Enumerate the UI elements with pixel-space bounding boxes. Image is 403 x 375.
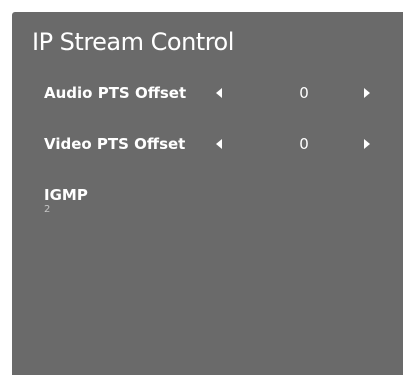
audio-pts-increase-icon[interactable] <box>364 88 370 98</box>
igmp-item[interactable]: IGMP 2 <box>44 186 88 216</box>
audio-pts-offset-value: 0 <box>299 84 309 102</box>
video-pts-decrease-icon[interactable] <box>216 139 222 149</box>
ip-stream-control-panel: IP Stream Control Audio PTS Offset 0 Vid… <box>12 12 403 375</box>
audio-pts-decrease-icon[interactable] <box>216 88 222 98</box>
video-pts-offset-value: 0 <box>299 135 309 153</box>
video-pts-increase-icon[interactable] <box>364 139 370 149</box>
panel-title: IP Stream Control <box>32 28 234 56</box>
video-pts-offset-row[interactable]: Video PTS Offset 0 <box>44 133 394 157</box>
audio-pts-offset-row[interactable]: Audio PTS Offset 0 <box>44 82 394 106</box>
igmp-label: IGMP <box>44 186 88 204</box>
audio-pts-offset-label: Audio PTS Offset <box>44 84 187 102</box>
igmp-value: 2 <box>44 204 51 215</box>
video-pts-offset-label: Video PTS Offset <box>44 135 186 153</box>
